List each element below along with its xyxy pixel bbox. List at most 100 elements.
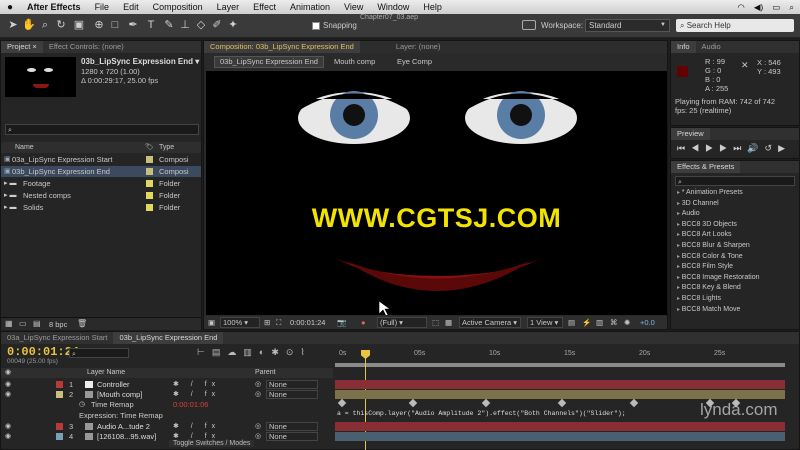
- camera-view-select[interactable]: Active Camera ▾: [459, 317, 521, 328]
- keyframe-icon[interactable]: [481, 398, 491, 408]
- tab-project[interactable]: Project ×: [1, 41, 43, 53]
- ram-preview-icon[interactable]: ▶: [778, 143, 791, 153]
- always-preview-icon[interactable]: ▣: [208, 316, 215, 329]
- search-spotlight-icon[interactable]: ⌕: [789, 2, 794, 13]
- label-color-swatch[interactable]: [146, 156, 153, 163]
- search-help-field[interactable]: ⌕ Search Help: [676, 19, 794, 32]
- effect-category[interactable]: ▸ BCC8 Art Looks: [677, 231, 732, 238]
- roto-brush-tool-icon[interactable]: ✐: [210, 17, 224, 33]
- label-color-swatch[interactable]: [146, 180, 153, 187]
- timeline-search-field[interactable]: ⌕: [69, 348, 129, 358]
- menu-layer[interactable]: Layer: [210, 2, 247, 12]
- comp-mini-flowchart-icon[interactable]: ⊢: [197, 347, 212, 357]
- show-channel-icon[interactable]: ●: [361, 316, 366, 329]
- expression-text[interactable]: a = thisComp.layer("Audio Amplitude 2").…: [337, 410, 626, 417]
- rotate-tool-icon[interactable]: ↻: [54, 17, 68, 33]
- next-frame-icon[interactable]: ▶: [719, 143, 733, 153]
- stopwatch-icon[interactable]: ◷: [79, 399, 85, 410]
- loop-icon[interactable]: ↺: [765, 143, 779, 153]
- region-of-interest-icon[interactable]: ⬚: [432, 316, 439, 329]
- layer-duration-bar[interactable]: [335, 390, 785, 399]
- project-item[interactable]: ▸ ▬ Footage Folder: [1, 178, 201, 189]
- time-remap-property[interactable]: Time Remap: [91, 399, 134, 410]
- flowchart-tab-active[interactable]: 03b_LipSync Expression End: [214, 56, 324, 68]
- flowchart-tab-eye-comp[interactable]: Eye Comp: [397, 55, 432, 69]
- previous-frame-icon[interactable]: ◀: [691, 143, 705, 153]
- workspace-icon[interactable]: [522, 20, 536, 30]
- last-frame-icon[interactable]: ⏭: [733, 143, 747, 153]
- layer-label-color[interactable]: [56, 433, 63, 440]
- layer-label-color[interactable]: [56, 381, 63, 388]
- effect-category[interactable]: ▸ BCC8 Blur & Sharpen: [677, 242, 750, 249]
- composition-viewer[interactable]: WWW.CGTSJ.COM: [206, 71, 667, 315]
- parent-select[interactable]: None: [266, 380, 318, 389]
- effect-category[interactable]: ▸ Audio: [677, 210, 700, 217]
- snapping-checkbox[interactable]: [312, 22, 320, 30]
- tab-effects-presets[interactable]: Effects & Presets: [671, 161, 741, 173]
- label-color-swatch[interactable]: [146, 192, 153, 199]
- frame-blending-icon[interactable]: ▥: [243, 347, 259, 357]
- wifi-icon[interactable]: ◠: [737, 2, 744, 13]
- property-row[interactable]: Time Remap 0:00:01:06 ◷: [1, 399, 333, 410]
- work-area-bar[interactable]: [335, 363, 785, 367]
- flowchart-tab-mouth-comp[interactable]: Mouth comp: [334, 55, 375, 69]
- menu-effect[interactable]: Effect: [246, 2, 283, 12]
- menu-window[interactable]: Window: [370, 2, 416, 12]
- effect-category[interactable]: ▸ BCC8 Color & Tone: [677, 253, 743, 260]
- brainstorm-icon[interactable]: ✱: [271, 347, 286, 357]
- clone-stamp-tool-icon[interactable]: ⊥: [178, 17, 192, 33]
- eraser-tool-icon[interactable]: ◇: [194, 17, 208, 33]
- parent-select[interactable]: None: [266, 432, 318, 441]
- draft-3d-icon[interactable]: ▤: [212, 347, 228, 357]
- layer-duration-bar[interactable]: [335, 422, 785, 431]
- play-icon[interactable]: ▶: [705, 143, 719, 153]
- pixel-aspect-icon[interactable]: ▤: [568, 316, 575, 329]
- keyframe-icon[interactable]: [337, 398, 347, 408]
- parent-select[interactable]: None: [266, 422, 318, 431]
- effect-category[interactable]: ▸ BCC8 Image Restoration: [677, 274, 760, 281]
- timeline-icon[interactable]: ▥: [596, 316, 603, 329]
- menu-help[interactable]: Help: [416, 2, 449, 12]
- pen-tool-icon[interactable]: ✒: [126, 17, 140, 33]
- effect-category[interactable]: ▸ BCC8 3D Objects: [677, 221, 737, 228]
- effect-category[interactable]: ▸ 3D Channel: [677, 200, 719, 207]
- layer-label-color[interactable]: [56, 391, 63, 398]
- column-parent[interactable]: Parent: [255, 368, 276, 378]
- tab-audio[interactable]: Audio: [696, 41, 727, 53]
- magnification-select[interactable]: 100% ▾: [220, 317, 260, 328]
- project-item[interactable]: ▸ ▬ Solids Folder: [1, 202, 201, 213]
- label-color-swatch[interactable]: [146, 204, 153, 211]
- grid-overlay-icon[interactable]: ⊞: [264, 316, 270, 329]
- tab-preview[interactable]: Preview: [671, 128, 710, 140]
- new-folder-icon[interactable]: ▭: [19, 319, 27, 328]
- layer-name[interactable]: [126108...95.wav]: [97, 431, 156, 442]
- effects-search-field[interactable]: ⌕: [675, 176, 795, 186]
- parent-pickwhip-icon[interactable]: ◎: [255, 431, 261, 442]
- property-row[interactable]: Expression: Time Remap: [1, 410, 333, 421]
- expression-property[interactable]: Expression: Time Remap: [79, 410, 163, 421]
- hand-tool-icon[interactable]: ✋: [22, 17, 36, 33]
- exposure-icon[interactable]: ✺: [624, 316, 630, 329]
- mask-visibility-icon[interactable]: ⛶: [276, 316, 281, 329]
- av-features-icon[interactable]: ◉: [5, 368, 11, 378]
- resolution-select[interactable]: (Full) ▾: [377, 317, 427, 328]
- project-item[interactable]: ▣ 03a_LipSync Expression Start Composi: [1, 154, 201, 165]
- effect-category[interactable]: ▸ BCC8 Lights: [677, 295, 721, 302]
- menu-view[interactable]: View: [337, 2, 370, 12]
- column-layer-name[interactable]: Layer Name: [87, 368, 125, 378]
- interpret-footage-icon[interactable]: ▦: [5, 319, 13, 328]
- graph-editor-icon[interactable]: ⌇: [300, 347, 311, 357]
- selection-tool-icon[interactable]: ➤: [6, 17, 20, 33]
- workspace-select[interactable]: Standard ▼: [585, 19, 670, 32]
- label-column-icon[interactable]: 🏷: [145, 142, 154, 153]
- shy-layers-icon[interactable]: ☁: [227, 347, 243, 357]
- app-menu[interactable]: After Effects: [20, 2, 88, 12]
- auto-keyframe-icon[interactable]: ⊙: [286, 347, 301, 357]
- keyframe-icon[interactable]: [408, 398, 418, 408]
- layer-label-color[interactable]: [56, 423, 63, 430]
- menu-edit[interactable]: Edit: [116, 2, 146, 12]
- toggle-switches-modes-button[interactable]: Toggle Switches / Modes: [169, 440, 255, 447]
- effect-category[interactable]: ▸ BCC8 Key & Blend: [677, 284, 741, 291]
- new-composition-icon[interactable]: ▤: [33, 319, 41, 328]
- tab-info[interactable]: Info: [671, 41, 696, 53]
